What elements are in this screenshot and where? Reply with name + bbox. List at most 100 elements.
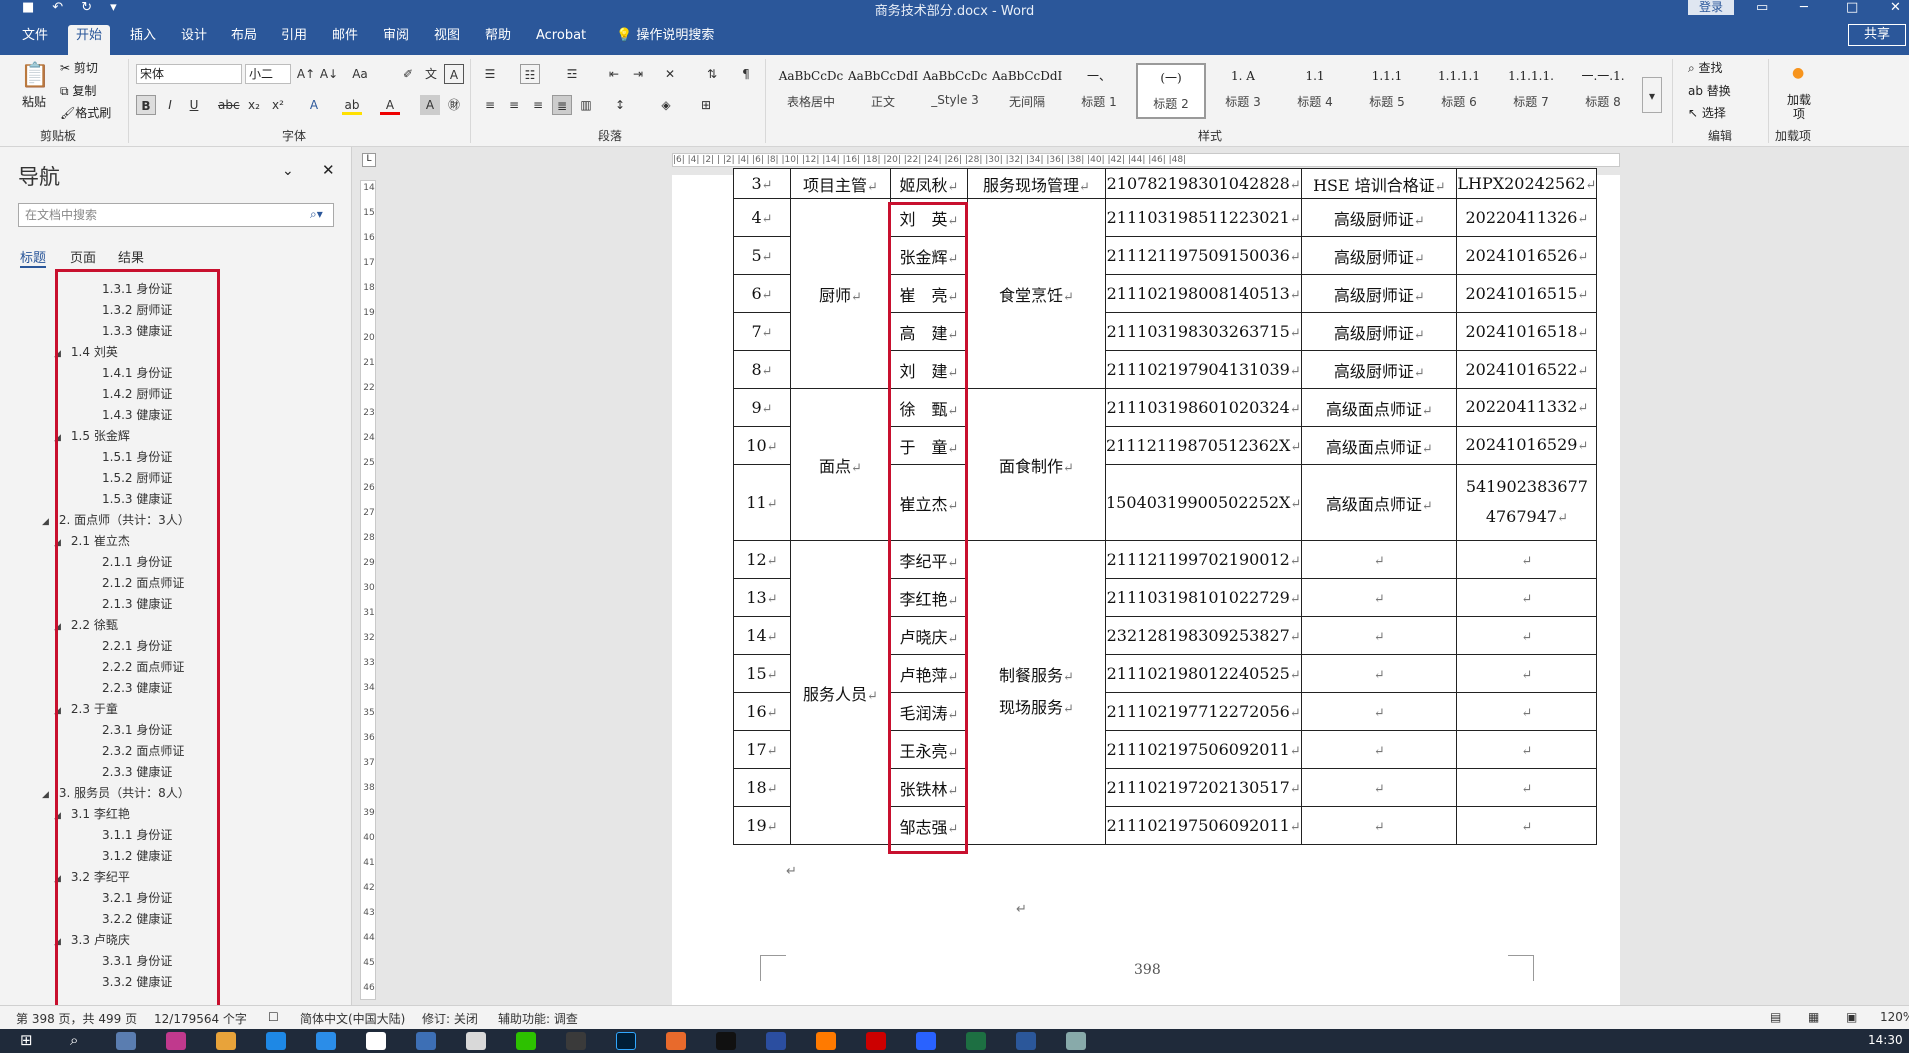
vertical-ruler[interactable]: 14 15 16 17 18 19 20 21 22 23 24 25 26 27 28 29 30 31 32 33… <box>360 180 376 1000</box>
align-left-icon[interactable]: ≡ <box>480 95 500 115</box>
table-cell[interactable]: 高级面点师证↵ <box>1301 426 1458 465</box>
char-border-icon[interactable]: A <box>444 64 464 84</box>
tab-home[interactable]: 开始 <box>68 25 111 55</box>
line-spacing-icon[interactable]: ↕ <box>610 95 630 115</box>
search-icon[interactable]: ⌕ <box>70 1031 78 1049</box>
table-cell[interactable]: 15040319900502252X↵ <box>1104 464 1303 541</box>
tab-acrobat[interactable]: Acrobat <box>528 25 594 55</box>
table-cell[interactable]: 211121197509150036↵ <box>1104 236 1303 275</box>
app-icon[interactable] <box>766 1032 786 1050</box>
track-changes-status[interactable]: 修订: 关闭 <box>422 1010 478 1027</box>
table-cell[interactable]: 3↵ <box>733 168 791 199</box>
calculator-icon[interactable] <box>116 1032 136 1050</box>
wechat-icon[interactable] <box>516 1032 536 1050</box>
table-cell[interactable]: ↵ <box>1301 616 1458 655</box>
shrink-font-icon[interactable]: A↓ <box>319 64 339 84</box>
table-cell[interactable]: ↵ <box>1456 768 1598 807</box>
table-cell[interactable]: 面点↵ <box>790 388 891 541</box>
grow-font-icon[interactable]: A↑ <box>296 64 316 84</box>
app-icon[interactable] <box>416 1032 436 1050</box>
photoshop-icon[interactable] <box>616 1032 636 1050</box>
table-cell[interactable]: 211102197506092011↵ <box>1104 806 1303 845</box>
table-cell[interactable]: 厨师↵ <box>790 198 891 389</box>
table-cell[interactable]: 211102198008140513↵ <box>1104 274 1303 313</box>
nav-tab-pages[interactable]: 页面 <box>70 247 96 266</box>
table-cell[interactable]: 高级厨师证↵ <box>1301 236 1458 275</box>
enclose-char-icon[interactable]: ㊖ <box>444 95 464 115</box>
login-button[interactable]: 登录 <box>1688 0 1734 15</box>
show-marks-icon[interactable]: ¶ <box>736 64 756 84</box>
table-cell[interactable]: ↵ <box>1301 730 1458 769</box>
table-cell[interactable]: ↵ <box>1301 540 1458 579</box>
table-cell[interactable]: 高级面点师证↵ <box>1301 464 1458 541</box>
table-cell[interactable]: 211103198303263715↵ <box>1104 312 1303 351</box>
table-cell[interactable]: 20241016518↵ <box>1456 312 1598 351</box>
table-cell[interactable]: 4↵ <box>733 198 791 237</box>
table-cell[interactable]: 14↵ <box>733 616 791 655</box>
clear-format-icon[interactable]: ✐ <box>398 64 418 84</box>
table-cell[interactable]: 16↵ <box>733 692 791 731</box>
app-icon[interactable] <box>216 1032 236 1050</box>
collapse-arrow-icon[interactable]: ◢ <box>42 790 49 800</box>
style-heading6[interactable]: 1.1.1.1 标题 6 <box>1424 63 1494 119</box>
style-heading3[interactable]: 1. A 标题 3 <box>1208 63 1278 119</box>
paste-icon[interactable]: 📋 <box>20 61 50 89</box>
language[interactable]: 简体中文(中国大陆) <box>300 1010 405 1027</box>
tab-review[interactable]: 审阅 <box>375 25 417 55</box>
distributed-icon[interactable]: ▥ <box>576 95 596 115</box>
close-icon[interactable]: ✕ <box>1890 0 1901 15</box>
tab-references[interactable]: 引用 <box>273 25 315 55</box>
table-cell[interactable]: 姬凤秋↵ <box>890 168 968 199</box>
nav-search-input[interactable]: 在文档中搜索 <box>18 203 334 227</box>
align-right-icon[interactable]: ≡ <box>528 95 548 115</box>
page-count[interactable]: 第 398 页，共 499 页 <box>16 1010 137 1027</box>
accessibility-status[interactable]: 辅助功能: 调查 <box>498 1010 578 1027</box>
tab-view[interactable]: 视图 <box>426 25 468 55</box>
style-normal[interactable]: AaBbCcDdI 正文 <box>848 63 918 119</box>
zoom-level[interactable]: 120% <box>1880 1010 1909 1024</box>
web-layout-icon[interactable]: ▣ <box>1846 1010 1857 1024</box>
style-heading5[interactable]: 1.1.1 标题 5 <box>1352 63 1422 119</box>
table-cell[interactable]: 211103198511223021↵ <box>1104 198 1303 237</box>
table-cell[interactable]: 面食制作↵ <box>967 388 1106 541</box>
table-cell[interactable]: 232128198309253827↵ <box>1104 616 1303 655</box>
align-center-icon[interactable]: ≡ <box>504 95 524 115</box>
highlight-icon[interactable]: ab <box>342 95 362 115</box>
table-cell[interactable]: HSE 培训合格证↵ <box>1301 168 1458 199</box>
search-icon[interactable]: ⌕▾ <box>310 207 323 222</box>
tab-mailings[interactable]: 邮件 <box>324 25 366 55</box>
increase-indent-icon[interactable]: ⇥ <box>628 64 648 84</box>
table-cell[interactable]: 17↵ <box>733 730 791 769</box>
table-cell[interactable]: 10↵ <box>733 426 791 465</box>
app-icon[interactable] <box>666 1032 686 1050</box>
table-cell[interactable]: ↵ <box>1301 692 1458 731</box>
share-button[interactable]: 共享 <box>1848 24 1906 46</box>
table-cell[interactable]: 9↵ <box>733 388 791 427</box>
sort-icon[interactable]: ⇅ <box>702 64 722 84</box>
app-icon[interactable] <box>716 1032 736 1050</box>
browser-icon[interactable] <box>166 1032 186 1050</box>
font-size-combo[interactable]: 小二 <box>245 64 291 84</box>
bold-icon[interactable]: B <box>136 95 156 115</box>
ribbon-display-icon[interactable]: ▭ <box>1756 0 1768 15</box>
app-icon[interactable] <box>916 1032 936 1050</box>
table-cell[interactable]: 211102197712272056↵ <box>1104 692 1303 731</box>
table-cell[interactable]: ↵ <box>1456 540 1598 579</box>
strikethrough-icon[interactable]: abc <box>218 95 240 115</box>
app-icon[interactable] <box>566 1032 586 1050</box>
table-cell[interactable]: 211102197506092011↵ <box>1104 730 1303 769</box>
print-layout-icon[interactable]: ▦ <box>1808 1010 1819 1024</box>
horizontal-ruler[interactable]: |6| |4| |2| | |2| |4| |6| |8| |10| |12| … <box>672 153 1620 167</box>
maximize-icon[interactable]: □ <box>1846 0 1858 15</box>
word-count[interactable]: 12/179564 个字 <box>154 1010 247 1027</box>
superscript-icon[interactable]: x² <box>268 95 288 115</box>
collapse-arrow-icon[interactable]: ◢ <box>42 517 49 527</box>
tab-selector-icon[interactable]: L <box>362 153 376 167</box>
table-cell[interactable]: 20241016522↵ <box>1456 350 1598 389</box>
app-icon[interactable] <box>316 1032 336 1050</box>
replace-button[interactable]: ab 替换 <box>1688 82 1731 99</box>
table-cell[interactable]: ↵ <box>1301 578 1458 617</box>
table-cell[interactable]: 8↵ <box>733 350 791 389</box>
select-button[interactable]: ↖ 选择 <box>1688 104 1726 121</box>
style-table-center[interactable]: AaBbCcDc 表格居中 <box>776 63 846 119</box>
